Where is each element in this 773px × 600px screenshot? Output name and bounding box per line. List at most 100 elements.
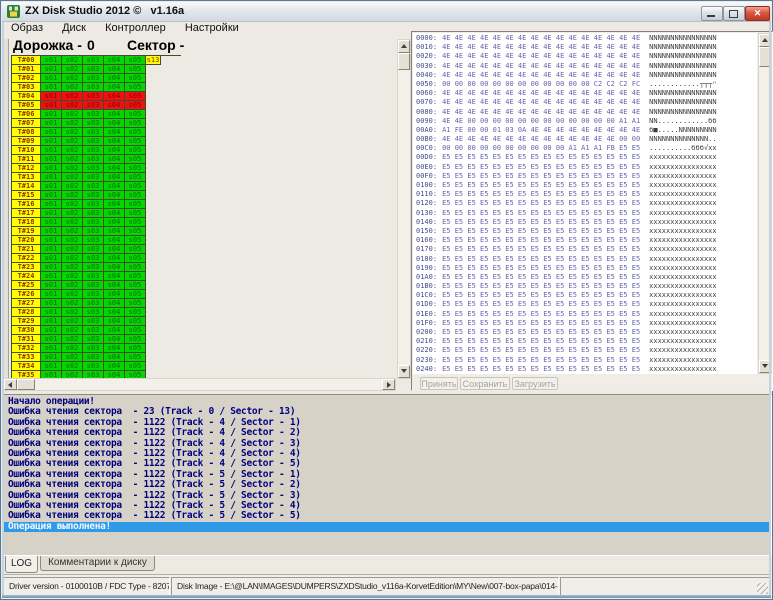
sector-cell-ok[interactable]: s05: [125, 218, 146, 227]
sector-cell-ok[interactable]: s02: [62, 119, 83, 128]
sector-cell-ok[interactable]: s01: [41, 227, 62, 236]
scroll-down-button[interactable]: [398, 365, 410, 378]
sector-cell-ok[interactable]: s02: [62, 191, 83, 200]
track-cell[interactable]: T#12: [11, 164, 41, 173]
sector-cell-ok[interactable]: s05: [125, 308, 146, 317]
sector-cell-ok[interactable]: s04: [104, 65, 125, 74]
sector-cell-ok[interactable]: s05: [125, 362, 146, 371]
sector-cell-ok[interactable]: s03: [83, 236, 104, 245]
sector-cell-ok[interactable]: s02: [62, 65, 83, 74]
sector-cell-ok[interactable]: s02: [62, 263, 83, 272]
sector-cell-ok[interactable]: s05: [125, 353, 146, 362]
sector-cell-bad[interactable]: s05: [125, 101, 146, 110]
sector-cell-ok[interactable]: s01: [41, 272, 62, 281]
close-button[interactable]: ✕: [745, 6, 770, 21]
minimize-button[interactable]: [701, 6, 723, 21]
menu-item-obraz[interactable]: Образ: [3, 22, 51, 35]
sector-cell-ok[interactable]: s03: [83, 308, 104, 317]
sector-cell-ok[interactable]: s02: [62, 218, 83, 227]
track-cell[interactable]: T#31: [11, 335, 41, 344]
grid-horizontal-scrollbar[interactable]: [3, 378, 396, 391]
menu-item-disk[interactable]: Диск: [54, 22, 94, 35]
sector-cell-ok[interactable]: s01: [41, 353, 62, 362]
sector-cell-ok[interactable]: s05: [125, 272, 146, 281]
sector-cell-ok[interactable]: s01: [41, 146, 62, 155]
scroll-right-button[interactable]: [382, 379, 395, 390]
track-cell[interactable]: T#26: [11, 290, 41, 299]
track-cell[interactable]: T#15: [11, 191, 41, 200]
scroll-up-button[interactable]: [398, 40, 410, 53]
sector-cell-ok[interactable]: s04: [104, 362, 125, 371]
sector-cell-ok[interactable]: s04: [104, 155, 125, 164]
grid-vertical-scrollbar[interactable]: [397, 39, 411, 379]
sector-cell-ok[interactable]: s02: [62, 110, 83, 119]
sector-cell-ok[interactable]: s05: [125, 65, 146, 74]
sector-cell-ok[interactable]: s02: [62, 227, 83, 236]
sector-cell-ok[interactable]: s04: [104, 128, 125, 137]
sector-cell-ok[interactable]: s04: [104, 182, 125, 191]
track-cell[interactable]: T#14: [11, 182, 41, 191]
sector-cell-ok[interactable]: s01: [41, 344, 62, 353]
sector-cell-ok[interactable]: s01: [41, 137, 62, 146]
sector-cell-ok[interactable]: s05: [125, 83, 146, 92]
scroll-thumb[interactable]: [398, 53, 410, 70]
sector-cell-ok[interactable]: s03: [83, 191, 104, 200]
sector-cell-ok[interactable]: s03: [83, 272, 104, 281]
hex-vertical-scrollbar[interactable]: [758, 33, 772, 374]
sector-cell-ok[interactable]: s02: [62, 209, 83, 218]
sector-cell-ok[interactable]: s03: [83, 119, 104, 128]
sector-cell-bad[interactable]: s04: [104, 92, 125, 101]
menu-item-controller[interactable]: Контроллер: [97, 22, 174, 35]
sector-cell-ok[interactable]: s03: [83, 209, 104, 218]
sector-cell-ok[interactable]: s05: [125, 200, 146, 209]
sector-cell-extra[interactable]: s13: [146, 56, 161, 65]
sector-cell-ok[interactable]: s03: [83, 200, 104, 209]
sector-cell-ok[interactable]: s04: [104, 290, 125, 299]
sector-cell-ok[interactable]: s05: [125, 119, 146, 128]
track-cell[interactable]: T#13: [11, 173, 41, 182]
sector-cell-ok[interactable]: s05: [125, 128, 146, 137]
sector-cell-ok[interactable]: s01: [41, 335, 62, 344]
scroll-left-button[interactable]: [4, 379, 17, 390]
sector-cell-ok[interactable]: s04: [104, 344, 125, 353]
sector-cell-ok[interactable]: s02: [62, 164, 83, 173]
sector-cell-ok[interactable]: s04: [104, 191, 125, 200]
sector-cell-ok[interactable]: s04: [104, 164, 125, 173]
sector-cell-ok[interactable]: s02: [62, 74, 83, 83]
sector-cell-ok[interactable]: s01: [41, 173, 62, 182]
sector-cell-ok[interactable]: s05: [125, 146, 146, 155]
sector-cell-ok[interactable]: s01: [41, 56, 62, 65]
track-cell[interactable]: T#21: [11, 245, 41, 254]
sector-cell-ok[interactable]: s05: [125, 182, 146, 191]
sector-cell-ok[interactable]: s04: [104, 110, 125, 119]
sector-cell-ok[interactable]: s01: [41, 110, 62, 119]
sector-cell-ok[interactable]: s01: [41, 209, 62, 218]
sector-cell-ok[interactable]: s04: [104, 83, 125, 92]
sector-cell-ok[interactable]: s02: [62, 272, 83, 281]
track-cell[interactable]: T#11: [11, 155, 41, 164]
track-cell[interactable]: T#27: [11, 299, 41, 308]
track-cell[interactable]: T#18: [11, 218, 41, 227]
track-cell[interactable]: T#23: [11, 263, 41, 272]
sector-cell-ok[interactable]: s04: [104, 74, 125, 83]
track-cell[interactable]: T#25: [11, 281, 41, 290]
sector-cell-ok[interactable]: s01: [41, 65, 62, 74]
sector-cell-ok[interactable]: s05: [125, 173, 146, 182]
sector-cell-ok[interactable]: s03: [83, 56, 104, 65]
sector-cell-ok[interactable]: s02: [62, 353, 83, 362]
sector-cell-ok[interactable]: s03: [83, 65, 104, 74]
sector-cell-bad[interactable]: s03: [83, 101, 104, 110]
sector-cell-ok[interactable]: s05: [125, 56, 146, 65]
track-cell[interactable]: T#10: [11, 146, 41, 155]
sector-cell-ok[interactable]: s04: [104, 227, 125, 236]
sector-cell-ok[interactable]: s05: [125, 317, 146, 326]
track-cell[interactable]: T#05: [11, 101, 41, 110]
track-cell[interactable]: T#33: [11, 353, 41, 362]
hex-dump-view[interactable]: 0000:4E 4E 4E 4E 4E 4E 4E 4E 4E 4E 4E 4E…: [413, 33, 757, 374]
sector-cell-ok[interactable]: s01: [41, 308, 62, 317]
maximize-button[interactable]: [723, 6, 745, 21]
track-cell[interactable]: T#01: [11, 65, 41, 74]
sector-cell-ok[interactable]: s05: [125, 245, 146, 254]
sector-cell-bad[interactable]: s01: [41, 101, 62, 110]
sector-cell-ok[interactable]: s03: [83, 218, 104, 227]
